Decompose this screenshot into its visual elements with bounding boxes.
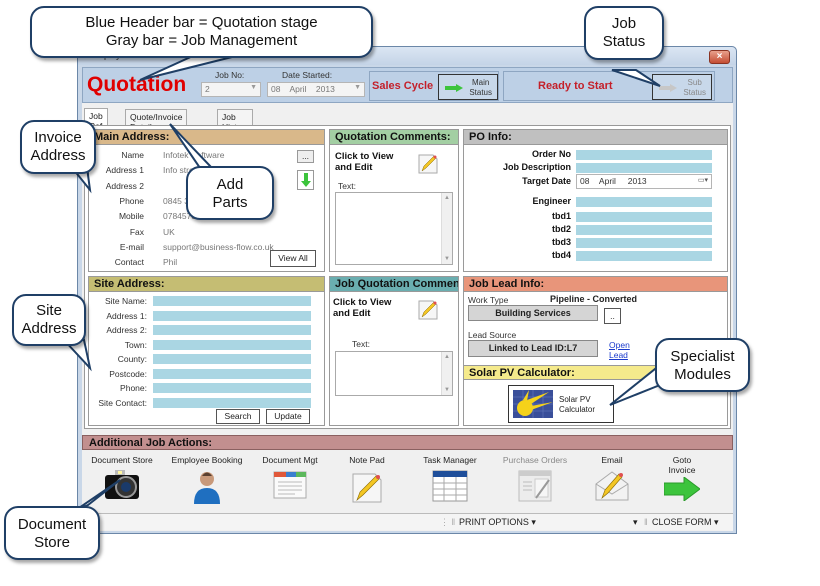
callout-document-store: Document Store [4,506,100,560]
callout-invoice-address: Invoice Address [20,120,96,174]
callout-header-stage: Blue Header bar = Quotation stage Gray ba… [30,6,373,58]
callout-site-address: Site Address [12,294,86,346]
callout-specialist-modules: Specialist Modules [655,338,750,392]
callout-job-status: Job Status [584,6,664,60]
callout-tails [61,54,661,511]
callout-add-parts: Add Parts [186,166,274,220]
